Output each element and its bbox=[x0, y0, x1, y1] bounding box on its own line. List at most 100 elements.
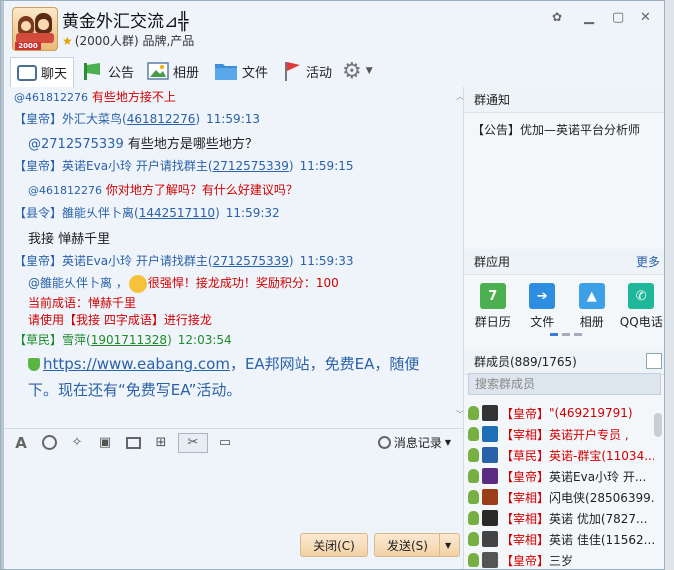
message-header: 【县令】雒能乆伴卜离(1442517110) 11:59:32 bbox=[14, 206, 280, 220]
avatar bbox=[482, 552, 498, 568]
person-icon bbox=[468, 532, 479, 546]
photo-icon bbox=[147, 62, 169, 80]
message-line: @461812276 有些地方接不上 bbox=[14, 90, 176, 104]
notice-header: 群通知 bbox=[464, 87, 664, 113]
message-line: https://www.eabang.com，EA邦网站，免费EA，随便 bbox=[28, 353, 419, 374]
message-history-button[interactable]: 消息记录 ▼ bbox=[377, 434, 451, 451]
message-area: @461812276 有些地方接不上 【皇帝】外汇大菜鸟(461812276) 1… bbox=[4, 87, 463, 427]
avatar bbox=[482, 447, 498, 463]
tab-file[interactable]: 文件 bbox=[214, 57, 268, 85]
close-button[interactable]: 关闭(C) bbox=[300, 533, 368, 557]
message-header: 【皇帝】英诺Eva小玲 开户请找群主(2712575339) 11:59:15 bbox=[14, 159, 354, 173]
person-icon bbox=[468, 448, 479, 462]
notice-item[interactable]: 【公告】优加—英诺平台分析师 bbox=[464, 113, 664, 138]
url-link[interactable]: https://www.eabang.com bbox=[43, 355, 230, 373]
person-icon bbox=[468, 406, 479, 420]
settings-gear-icon[interactable]: ⚙ ▼ bbox=[342, 57, 373, 85]
apps-row: 7 群日历 ➔ 文件 ▲ 相册 ✆ QQ电话 bbox=[464, 275, 665, 330]
font-icon[interactable]: A bbox=[10, 433, 32, 453]
present-icon[interactable]: ⊞ bbox=[150, 433, 172, 453]
chevron-down-icon[interactable]: ▼ bbox=[445, 541, 451, 550]
message-line: 下。现在还有“免费写EA”活动。 bbox=[28, 381, 242, 399]
message-line: 当前成语：惮赫千里 bbox=[28, 296, 137, 310]
image-icon[interactable] bbox=[122, 433, 144, 453]
member-row[interactable]: 【宰相】 闪电侠(28506399... bbox=[468, 487, 654, 507]
group-notice: 群通知 【公告】优加—英诺平台分析师 bbox=[464, 87, 664, 138]
member-row[interactable]: 【宰相】 英诺开户专员 , bbox=[468, 424, 654, 444]
member-row[interactable]: 【草民】 英诺-群宝(11034... bbox=[468, 445, 654, 465]
qq-link[interactable]: 2712575339 bbox=[213, 159, 289, 173]
tab-notice[interactable]: 公告 bbox=[82, 57, 134, 85]
member-name: 英诺-群宝(11034... bbox=[549, 448, 654, 463]
message-header: 【皇帝】英诺Eva小玲 开户请找群主(2712575339) 11:59:33 bbox=[14, 254, 354, 268]
scroll-down-icon[interactable]: ﹀ bbox=[456, 409, 463, 420]
qq-link[interactable]: 1442517110 bbox=[139, 206, 215, 220]
close-icon[interactable]: ✕ bbox=[640, 10, 651, 25]
message-header: 【草民】雪萍(1901711328) 12:03:54 bbox=[14, 333, 232, 347]
qq-link[interactable]: 1901711328 bbox=[91, 333, 167, 347]
person-icon bbox=[468, 490, 479, 504]
member-row[interactable]: 【宰相】 英诺 优加(7827... bbox=[468, 508, 654, 528]
member-row[interactable]: 【宰相】 英诺 佳佳(11562... bbox=[468, 529, 654, 549]
avatar bbox=[482, 531, 498, 547]
search-icon[interactable] bbox=[646, 353, 662, 369]
desktop-edge bbox=[665, 0, 674, 570]
app-calendar[interactable]: 7 群日历 bbox=[468, 283, 518, 330]
chat-icon bbox=[17, 64, 37, 81]
message-header: 【皇帝】外汇大菜鸟(461812276) 11:59:13 bbox=[14, 112, 261, 126]
member-search-input[interactable]: 搜索群成员 bbox=[468, 373, 661, 395]
tab-chat[interactable]: 聊天 bbox=[10, 57, 75, 87]
member-row[interactable]: 【皇帝】 三岁 bbox=[468, 550, 654, 569]
member-rank: 【宰相】 bbox=[501, 490, 550, 505]
person-icon bbox=[468, 469, 479, 483]
person-icon bbox=[468, 553, 479, 567]
member-row[interactable]: 【皇帝】 英诺Eva小玲 开... bbox=[468, 466, 654, 486]
phone-icon: ✆ bbox=[628, 283, 655, 309]
group-title[interactable]: 黄金外汇交流⊿╬ bbox=[62, 7, 188, 32]
group-avatar[interactable]: 2000 bbox=[12, 7, 58, 51]
group-subtitle: ★ (2000人群) 品牌,产品 bbox=[62, 34, 195, 48]
message-line: 我接 惮赫千里 bbox=[28, 232, 111, 247]
member-name: 英诺 佳佳(11562... bbox=[549, 532, 654, 547]
avatar bbox=[482, 510, 498, 526]
qq-link[interactable]: 461812276 bbox=[127, 112, 196, 126]
page-dots bbox=[550, 333, 582, 336]
scissors-icon[interactable]: ✂ bbox=[178, 432, 208, 453]
app-album[interactable]: ▲ 相册 bbox=[567, 283, 617, 330]
scroll-up-icon[interactable]: ︿ bbox=[456, 91, 463, 102]
person-icon bbox=[468, 427, 479, 441]
maximize-icon[interactable]: ▢ bbox=[612, 10, 624, 25]
message-input[interactable] bbox=[4, 456, 463, 531]
folder-icon bbox=[215, 64, 237, 80]
more-tools-icon[interactable]: ▭ bbox=[214, 433, 236, 453]
tab-album[interactable]: 相册 bbox=[147, 57, 199, 85]
avatar bbox=[482, 405, 498, 421]
photo-icon: ▲ bbox=[578, 283, 605, 309]
member-row[interactable]: 【皇帝】 "(469219791) bbox=[468, 403, 654, 423]
app-file[interactable]: ➔ 文件 bbox=[518, 283, 568, 330]
more-link[interactable]: 更多 bbox=[636, 249, 660, 275]
message-line: 请使用【我接 四字成语】进行接龙 bbox=[28, 313, 212, 327]
chevron-down-icon: ▼ bbox=[444, 438, 451, 447]
emoji-icon[interactable] bbox=[38, 433, 60, 453]
member-scrollbar[interactable] bbox=[654, 413, 662, 437]
chat-scrollbar[interactable]: ︿ ﹀ bbox=[454, 87, 463, 427]
minimize-icon[interactable]: ▁ bbox=[584, 10, 594, 25]
app-qqphone[interactable]: ✆ QQ电话 bbox=[617, 283, 665, 330]
tab-activity[interactable]: 活动 bbox=[282, 57, 332, 85]
calendar-icon: 7 bbox=[479, 283, 506, 309]
smiley-icon bbox=[128, 274, 147, 293]
members-header: 群成员(889/1765) bbox=[464, 349, 664, 375]
right-panel: 群通知 【公告】优加—英诺平台分析师 群应用 更多 7 群日历 ➔ 文件 ▲ 相册 ✆ Q… bbox=[463, 87, 665, 569]
member-rank: 【宰相】 bbox=[501, 511, 550, 526]
group-apps: 群应用 更多 7 群日历 ➔ 文件 ▲ 相册 ✆ QQ电话 bbox=[464, 249, 665, 336]
avatar bbox=[482, 468, 498, 484]
qq-link[interactable]: 2712575339 bbox=[213, 254, 289, 268]
skin-icon[interactable]: ✿ bbox=[552, 10, 562, 24]
input-toolbar: A ✧ ▣ ⊞ ✂ ▭ 消息记录 ▼ bbox=[4, 428, 463, 456]
member-name: 闪电侠(28506399... bbox=[549, 490, 654, 505]
megaphone-icon bbox=[84, 63, 100, 80]
send-button[interactable]: 发送(S) ▼ bbox=[374, 533, 460, 557]
magic-wand-icon[interactable]: ✧ bbox=[66, 433, 88, 453]
gift-bag-icon[interactable]: ▣ bbox=[94, 433, 116, 453]
